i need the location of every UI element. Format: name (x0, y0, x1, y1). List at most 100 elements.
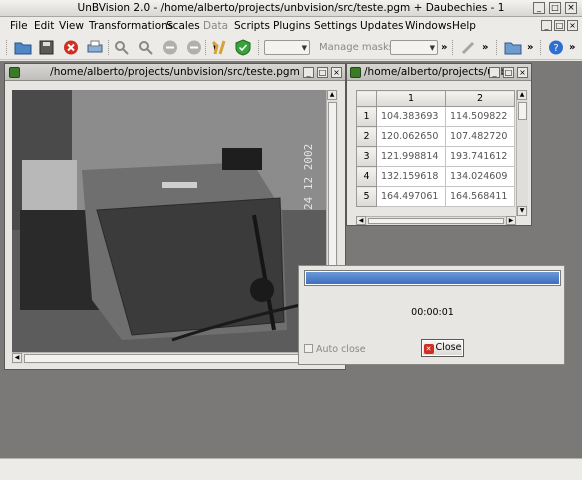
scroll-right-button[interactable]: ▶ (506, 216, 516, 225)
open-folder-icon[interactable] (14, 39, 32, 56)
redo-icon[interactable] (185, 39, 203, 56)
scroll-thumb[interactable] (24, 354, 306, 363)
menu-file[interactable]: File (10, 17, 28, 35)
scroll-left-button[interactable]: ◀ (12, 353, 22, 363)
toolbar-overflow-button[interactable]: » (569, 40, 575, 55)
app-close-button[interactable]: × (565, 2, 577, 14)
row-header[interactable]: 5 (356, 186, 377, 207)
image-canvas[interactable]: 24 12 2002 (12, 90, 326, 352)
shield-icon[interactable] (234, 39, 252, 56)
menu-transformations[interactable]: Transformations (89, 17, 173, 35)
menu-edit[interactable]: Edit (34, 17, 54, 35)
app-maximize-button[interactable]: □ (549, 2, 561, 14)
menu-updates[interactable]: Updates (360, 17, 404, 35)
table-row[interactable]: 1 104.383693 114.509822 (356, 106, 515, 127)
table-cell[interactable]: 193.741612 (445, 146, 515, 167)
auto-close-checkbox[interactable]: Auto close (304, 344, 366, 355)
scroll-up-button[interactable]: ▲ (327, 90, 337, 100)
scroll-thumb[interactable] (518, 102, 527, 120)
table-cell[interactable]: 114.509822 (445, 106, 515, 127)
close-button[interactable]: ✕ Close (421, 339, 464, 357)
toolbar-overflow-button[interactable]: » (482, 40, 488, 55)
menu-data: Data (203, 20, 229, 32)
menu-view[interactable]: View (59, 17, 84, 35)
image-horizontal-scrollbar[interactable]: ◀ ▶ (12, 352, 326, 364)
table-cell[interactable]: 132.159618 (376, 166, 446, 187)
toolbar-overflow-button[interactable]: » (441, 40, 447, 55)
toolbar-overflow-button[interactable]: » (527, 40, 533, 55)
data-table[interactable]: 1 2 1 104.383693 114.509822 2 120.062650… (356, 90, 515, 207)
close-red-icon[interactable] (62, 39, 80, 56)
image-window-minimize-button[interactable]: _ (303, 67, 314, 78)
table-row[interactable]: 3 121.998814 193.741612 (356, 146, 515, 167)
tools-icon[interactable] (210, 39, 228, 56)
table-cell[interactable]: 134.024609 (445, 166, 515, 187)
app-title: UnBVision 2.0 - /home/alberto/projects/u… (77, 2, 505, 14)
toolbar-separator (540, 40, 542, 55)
table-corner[interactable] (356, 90, 377, 107)
progress-dialog: 00:00:01 Auto close ✕ Close (298, 265, 565, 365)
scroll-down-button[interactable]: ▼ (517, 206, 527, 216)
menu-plugins[interactable]: Plugins (273, 17, 311, 35)
scroll-left-button[interactable]: ◀ (356, 216, 366, 225)
column-header[interactable]: 2 (445, 90, 515, 107)
column-header[interactable]: 1 (376, 90, 446, 107)
table-cell[interactable]: 120.062650 (376, 126, 446, 147)
data-table-window: /home/alberto/projects/unb _ □ × 1 2 1 1… (346, 63, 532, 226)
menu-scales[interactable]: Scales (166, 17, 200, 35)
app-window-icon (9, 67, 20, 78)
data-table-minimize-button[interactable]: _ (489, 67, 500, 78)
progress-bar-fill (306, 272, 559, 284)
menu-scripts[interactable]: Scripts (234, 17, 270, 35)
row-header[interactable]: 4 (356, 166, 377, 187)
mdi-restore-button[interactable]: □ (554, 20, 565, 31)
toolbar-grip (6, 40, 8, 55)
scroll-up-button[interactable]: ▲ (517, 90, 527, 100)
app-window-icon (350, 67, 361, 78)
toolbar-separator (452, 40, 454, 55)
row-header[interactable]: 2 (356, 126, 377, 147)
table-row[interactable]: 5 164.497061 164.568411 (356, 186, 515, 207)
row-header[interactable]: 1 (356, 106, 377, 127)
table-cell[interactable]: 164.497061 (376, 186, 446, 207)
table-cell[interactable]: 104.383693 (376, 106, 446, 127)
row-header[interactable]: 3 (356, 146, 377, 167)
image-window-close-button[interactable]: × (331, 67, 342, 78)
app-minimize-button[interactable]: _ (533, 2, 545, 14)
mdi-close-button[interactable]: × (567, 20, 578, 31)
mask-select[interactable]: ▼ (264, 40, 310, 55)
svg-text:?: ? (553, 43, 558, 54)
data-table-close-button[interactable]: × (517, 67, 528, 78)
zoom-out-icon[interactable] (137, 39, 155, 56)
data-table-maximize-button[interactable]: □ (503, 67, 514, 78)
data-table-window-title-bar[interactable]: /home/alberto/projects/unb _ □ × (347, 64, 531, 81)
table-header-row: 1 2 (356, 90, 515, 107)
checkbox-box[interactable] (304, 344, 313, 353)
menu-bar: File Edit View Transformations Scales Da… (0, 17, 582, 35)
zoom-in-icon[interactable] (113, 39, 131, 56)
table-row[interactable]: 4 132.159618 134.024609 (356, 166, 515, 187)
image-window-maximize-button[interactable]: □ (317, 67, 328, 78)
mdi-minimize-button[interactable]: _ (541, 20, 552, 31)
menu-help[interactable]: Help (452, 17, 476, 35)
folder-network-icon[interactable] (504, 39, 522, 56)
data-table-horizontal-scrollbar[interactable]: ◀ ▶ (356, 216, 516, 225)
mask-operation-select[interactable]: ▼ (390, 40, 438, 55)
undo-icon[interactable] (161, 39, 179, 56)
pencil-icon[interactable] (459, 39, 477, 56)
save-icon[interactable] (38, 39, 56, 56)
table-row[interactable]: 2 120.062650 107.482720 (356, 126, 515, 147)
image-window-title-bar[interactable]: /home/alberto/projects/unbvision/src/tes… (5, 64, 345, 81)
scroll-thumb[interactable] (328, 102, 337, 274)
table-cell[interactable]: 164.568411 (445, 186, 515, 207)
data-table-vertical-scrollbar[interactable]: ▲ ▼ (516, 90, 528, 216)
help-icon[interactable]: ? (547, 39, 565, 56)
data-table-window-title: /home/alberto/projects/unb (364, 66, 508, 78)
app-title-bar[interactable]: UnBVision 2.0 - /home/alberto/projects/u… (0, 0, 582, 17)
menu-settings[interactable]: Settings (314, 17, 357, 35)
table-cell[interactable]: 107.482720 (445, 126, 515, 147)
scroll-thumb[interactable] (368, 218, 504, 224)
table-cell[interactable]: 121.998814 (376, 146, 446, 167)
print-icon[interactable] (86, 39, 104, 56)
menu-windows[interactable]: Windows (405, 17, 452, 35)
